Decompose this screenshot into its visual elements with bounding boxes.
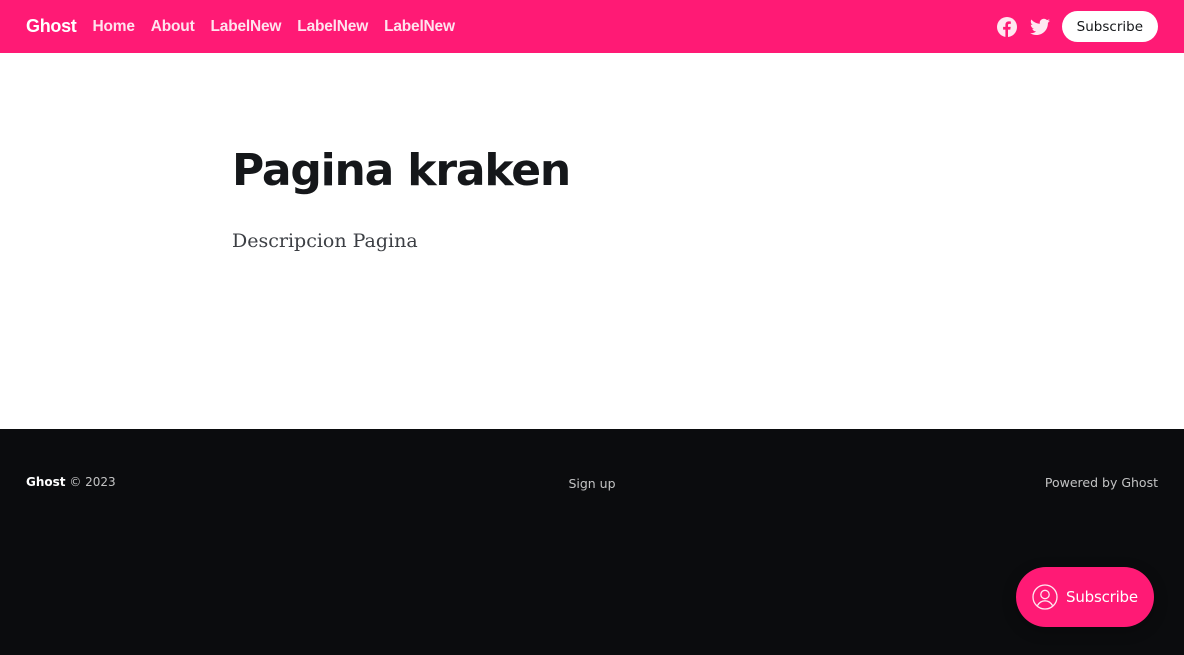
copyright-text: © 2023 (65, 475, 116, 489)
page-title: Pagina kraken (232, 145, 571, 196)
facebook-icon[interactable] (996, 16, 1017, 37)
portal-subscribe-label: Subscribe (1066, 588, 1138, 606)
portal-subscribe-button[interactable]: Subscribe (1016, 567, 1154, 627)
powered-by-link[interactable]: Powered by Ghost (1045, 475, 1158, 490)
site-logo[interactable]: Ghost (26, 16, 77, 37)
nav-item-labelnew-3[interactable]: LabelNew (384, 18, 455, 35)
main-nav: Home About LabelNew LabelNew LabelNew (93, 18, 456, 36)
user-icon (1032, 584, 1058, 610)
twitter-icon[interactable] (1029, 17, 1050, 37)
nav-item-home[interactable]: Home (93, 18, 135, 35)
subscribe-button[interactable]: Subscribe (1061, 11, 1158, 42)
nav-item-labelnew-1[interactable]: LabelNew (211, 18, 282, 35)
footer-brand-link[interactable]: Ghost (26, 475, 66, 489)
site-header: Ghost Home About LabelNew LabelNew Label… (0, 0, 1184, 53)
header-actions: Subscribe (996, 11, 1158, 42)
footer-signup-link[interactable]: Sign up (568, 476, 615, 491)
footer-signup-wrap: Sign up (0, 475, 1184, 493)
main-content: Pagina kraken Descripcion Pagina (0, 53, 1184, 429)
page-description: Descripcion Pagina (232, 230, 418, 252)
nav-item-labelnew-2[interactable]: LabelNew (297, 18, 368, 35)
nav-item-about[interactable]: About (151, 18, 195, 35)
site-footer: Ghost © 2023 Sign up Powered by Ghost (0, 429, 1184, 655)
footer-copyright: Ghost © 2023 (26, 475, 116, 489)
